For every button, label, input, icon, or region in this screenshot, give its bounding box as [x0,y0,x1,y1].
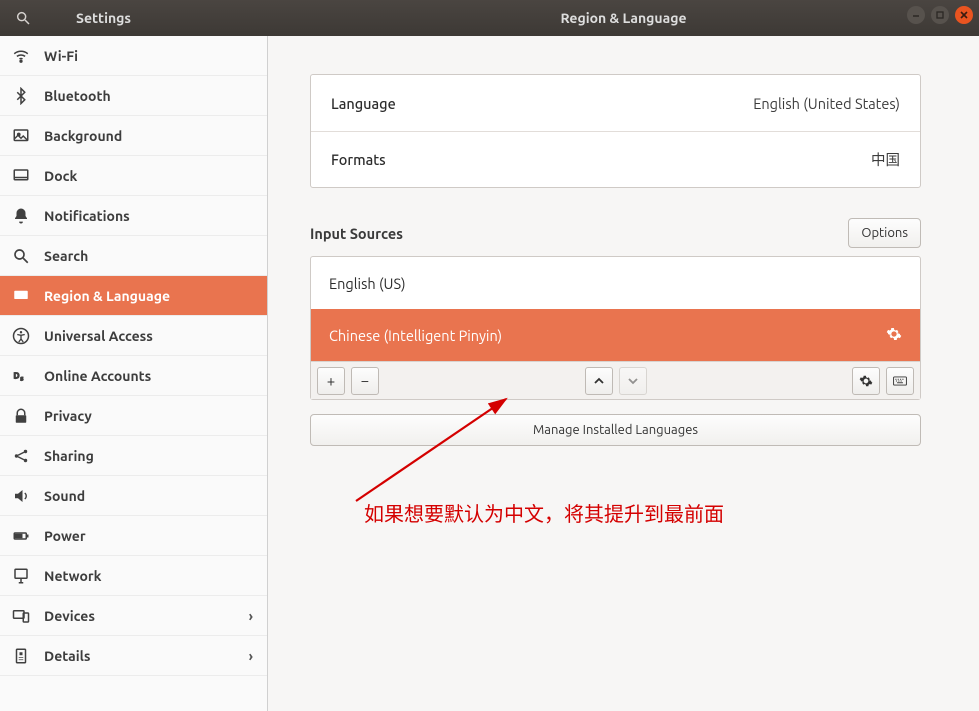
background-icon [12,127,30,145]
input-source-label: English (US) [329,275,406,292]
sidebar-item-online[interactable]: Ds Online Accounts [0,356,267,396]
sidebar-item-label: Devices [44,608,95,624]
sidebar-item-label: Power [44,528,86,544]
chevron-up-icon [592,374,606,388]
chevron-down-icon [626,374,640,388]
sidebar-item-label: Region & Language [44,288,170,304]
search-icon [12,247,30,265]
move-down-button[interactable] [619,367,647,395]
add-source-button[interactable]: + [317,367,345,395]
keyboard-icon [893,374,907,388]
annotation-arrow [346,391,526,511]
sidebar-item-label: Background [44,128,122,144]
input-sources-panel: English (US) Chinese (Intelligent Pinyin)… [310,256,921,400]
sidebar-item-label: Bluetooth [44,88,111,104]
svg-text:s: s [20,375,23,382]
sidebar-item-power[interactable]: Power [0,516,267,556]
dock-icon [12,167,30,185]
sidebar-item-label: Notifications [44,208,130,224]
close-button[interactable] [955,6,973,24]
sidebar-item-label: Universal Access [44,328,153,344]
sidebar-item-label: Details [44,648,90,664]
details-icon [12,647,30,665]
sidebar-item-label: Sound [44,488,85,504]
move-up-button[interactable] [585,367,613,395]
sidebar-item-label: Dock [44,168,77,184]
input-source-label: Chinese (Intelligent Pinyin) [329,327,502,344]
power-icon [12,527,30,545]
minimize-button[interactable] [907,6,925,24]
language-label: Language [331,95,396,112]
language-row[interactable]: Language English (United States) [311,75,920,131]
window-title: Region & Language [268,10,979,26]
bell-icon [12,207,30,225]
svg-text:D: D [14,370,20,380]
maximize-button[interactable] [931,6,949,24]
sidebar-item-dock[interactable]: Dock [0,156,267,196]
sidebar-item-sound[interactable]: Sound [0,476,267,516]
sidebar-item-privacy[interactable]: Privacy [0,396,267,436]
sidebar-item-sharing[interactable]: Sharing [0,436,267,476]
sidebar-item-universal[interactable]: Universal Access [0,316,267,356]
devices-icon [12,607,30,625]
window-controls [907,6,973,24]
source-preferences-button[interactable] [852,367,880,395]
show-keyboard-layout-button[interactable] [886,367,914,395]
sidebar-item-label: Network [44,568,102,584]
formats-value: 中国 [871,149,900,170]
sidebar-item-label: Sharing [44,448,94,464]
sidebar-item-devices[interactable]: Devices › [0,596,267,636]
sidebar-item-notifications[interactable]: Notifications [0,196,267,236]
gear-icon [859,374,873,388]
input-sources-header: Input Sources Options [310,218,921,248]
privacy-icon [12,407,30,425]
minus-icon: − [361,372,369,389]
source-prefs-icon[interactable] [886,326,902,345]
search-button[interactable] [0,0,46,36]
accounts-icon: Ds [12,367,30,385]
chevron-right-icon: › [249,608,253,624]
input-sources-toolbar: + − [311,361,920,399]
formats-label: Formats [331,151,386,168]
language-value: English (United States) [753,95,900,112]
options-button[interactable]: Options [848,218,921,248]
sidebar-item-label: Wi-Fi [44,48,78,64]
sidebar-item-details[interactable]: Details › [0,636,267,676]
sidebar-item-region[interactable]: Region & Language [0,276,267,316]
bluetooth-icon [12,87,30,105]
wifi-icon [12,47,30,65]
universal-icon [12,327,30,345]
titlebar: Settings Region & Language [0,0,979,36]
sidebar-item-label: Privacy [44,408,92,424]
network-icon [12,567,30,585]
sidebar-item-label: Online Accounts [44,368,151,384]
region-panel: Language English (United States) Formats… [310,74,921,188]
plus-icon: + [327,372,335,389]
flag-icon [12,287,30,305]
sidebar-item-wifi[interactable]: Wi-Fi [0,36,267,76]
sidebar-item-network[interactable]: Network [0,556,267,596]
sidebar: Wi-Fi Bluetooth Background Dock Notification… [0,36,268,711]
manage-languages-button[interactable]: Manage Installed Languages [310,414,921,446]
share-icon [12,447,30,465]
sidebar-item-background[interactable]: Background [0,116,267,156]
formats-row[interactable]: Formats 中国 [311,131,920,187]
sidebar-item-search[interactable]: Search [0,236,267,276]
input-source-row[interactable]: Chinese (Intelligent Pinyin) [311,309,920,361]
sidebar-item-bluetooth[interactable]: Bluetooth [0,76,267,116]
sidebar-title: Settings [46,10,268,26]
annotation-text: 如果想要默认为中文，将其提升到最前面 [364,498,724,527]
input-source-row[interactable]: English (US) [311,257,920,309]
remove-source-button[interactable]: − [351,367,379,395]
input-sources-title: Input Sources [310,225,403,242]
sound-icon [12,487,30,505]
main-content: Language English (United States) Formats… [268,36,979,711]
sidebar-item-label: Search [44,248,88,264]
chevron-right-icon: › [249,648,253,664]
